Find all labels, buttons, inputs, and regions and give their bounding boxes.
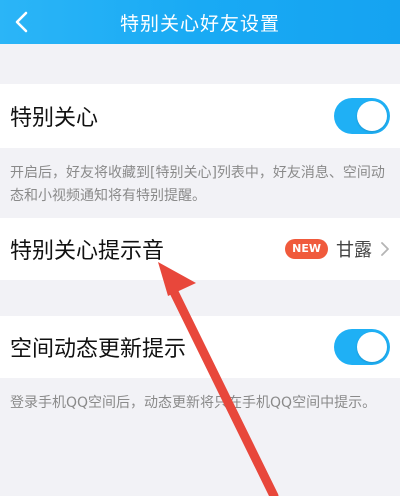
back-button[interactable] — [0, 0, 44, 44]
alert-sound-label: 特别关心提示音 — [10, 239, 165, 264]
chevron-right-icon — [381, 242, 389, 256]
zone-update-label: 空间动态更新提示 — [10, 337, 187, 362]
settings-screen: 特别关心好友设置 特别关心 开启后，好友将收藏到[特别关心]列表中，好友消息、空… — [0, 0, 400, 496]
special-care-label: 特别关心 — [10, 106, 99, 131]
special-care-toggle[interactable] — [334, 98, 390, 134]
toggle-knob — [357, 332, 387, 362]
alert-sound-value: 甘露 — [336, 240, 372, 261]
page-title: 特别关心好友设置 — [119, 12, 280, 35]
nav-bar: 特别关心好友设置 — [0, 0, 400, 44]
section-spacer — [0, 280, 400, 316]
alert-sound-row[interactable]: 特别关心提示音 NEW 甘露 — [0, 218, 400, 280]
toggle-knob — [357, 101, 387, 131]
top-spacer — [0, 44, 400, 84]
chevron-left-icon — [15, 11, 28, 33]
new-badge: NEW — [285, 239, 328, 259]
zone-update-toggle[interactable] — [334, 329, 390, 365]
zone-update-row: 空间动态更新提示 — [0, 316, 400, 378]
special-care-row: 特别关心 — [0, 84, 400, 148]
zone-update-description: 登录手机QQ空间后，动态更新将只在手机QQ空间中提示。 — [0, 378, 400, 496]
special-care-description: 开启后，好友将收藏到[特别关心]列表中，好友消息、空间动态和小视频通知将有特别提… — [0, 148, 400, 218]
